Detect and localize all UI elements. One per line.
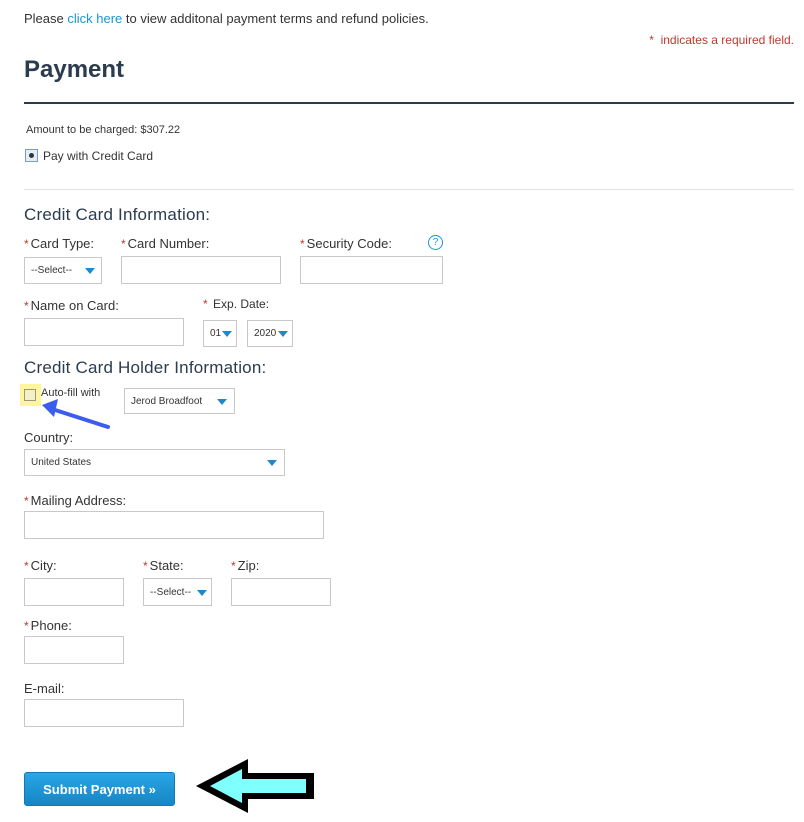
city-label: * City: xyxy=(24,558,57,573)
required-star: * xyxy=(24,237,29,251)
holder-section-title: Credit Card Holder Information: xyxy=(24,358,267,377)
chevron-down-icon xyxy=(267,460,277,466)
phone-input[interactable] xyxy=(24,636,124,664)
required-star: * xyxy=(121,237,126,251)
card-type-label-text: Card Type: xyxy=(30,236,95,251)
state-label-text: State: xyxy=(149,558,184,573)
phone-label-text: Phone: xyxy=(30,618,72,633)
required-note-text: indicates a required field. xyxy=(660,33,794,47)
autofill-value: Jerod Broadfoot xyxy=(131,395,203,407)
zip-label-text: Zip: xyxy=(237,558,260,573)
required-star: * xyxy=(24,299,29,313)
card-number-input[interactable] xyxy=(121,256,281,284)
chevron-down-icon xyxy=(217,399,227,405)
required-star: * xyxy=(24,619,29,633)
chevron-down-icon xyxy=(278,331,288,337)
mailing-address-input[interactable] xyxy=(24,511,324,539)
exp-year-select[interactable]: 2020 xyxy=(247,320,293,347)
exp-date-label: * Exp. Date: xyxy=(203,297,269,311)
email-label: E-mail: xyxy=(24,681,65,696)
country-value: United States xyxy=(31,457,92,468)
city-input[interactable] xyxy=(24,578,124,606)
security-code-input[interactable] xyxy=(300,256,443,284)
annotation-arrow-cyan xyxy=(196,759,314,813)
state-label: * State: xyxy=(143,558,184,573)
section-divider xyxy=(24,189,794,190)
terms-prefix: Please xyxy=(24,11,64,26)
terms-suffix: to view additonal payment terms and refu… xyxy=(125,11,429,26)
card-type-value: --Select-- xyxy=(31,265,73,276)
card-type-label: * Card Type: xyxy=(24,236,94,251)
required-note: * indicates a required field. xyxy=(649,33,794,47)
mailing-address-label-text: Mailing Address: xyxy=(30,493,127,508)
page-title: Payment xyxy=(24,56,125,83)
autofill-checkbox[interactable] xyxy=(24,389,36,401)
phone-label: * Phone: xyxy=(24,618,72,633)
country-label: Country: xyxy=(24,430,74,445)
name-on-card-input[interactable] xyxy=(24,318,184,346)
terms-link[interactable]: click here xyxy=(67,11,122,26)
email-input[interactable] xyxy=(24,699,184,727)
required-star: * xyxy=(24,559,29,573)
amount-label: Amount to be charged: $307.22 xyxy=(26,124,181,136)
submit-payment-button[interactable]: Submit Payment » xyxy=(24,772,175,806)
radio-dot xyxy=(29,153,34,158)
name-on-card-label: * Name on Card: xyxy=(24,298,119,313)
help-icon[interactable]: ? xyxy=(428,235,443,250)
security-code-label: * Security Code: xyxy=(300,236,392,251)
help-icon-glyph: ? xyxy=(432,237,439,248)
annotation-arrow-blue xyxy=(42,399,110,429)
zip-label: * Zip: xyxy=(231,558,259,573)
chevron-down-icon xyxy=(222,331,232,337)
credit-card-section-title: Credit Card Information: xyxy=(24,205,211,224)
exp-year-value: 2020 xyxy=(254,328,277,339)
zip-input[interactable] xyxy=(231,578,331,606)
city-label-text: City: xyxy=(30,558,57,573)
required-star: * xyxy=(24,494,29,508)
required-star: * xyxy=(300,237,305,251)
title-divider xyxy=(24,102,794,104)
card-number-label-text: Card Number: xyxy=(127,236,210,251)
pay-credit-card-radio[interactable] xyxy=(25,149,38,162)
autofill-select[interactable]: Jerod Broadfoot xyxy=(124,388,235,414)
card-type-select[interactable]: --Select-- xyxy=(24,257,102,284)
required-star: * xyxy=(203,297,208,311)
mailing-address-label: * Mailing Address: xyxy=(24,493,126,508)
security-code-label-text: Security Code: xyxy=(306,236,392,251)
country-select[interactable]: United States xyxy=(24,449,285,476)
chevron-down-icon xyxy=(85,268,95,274)
terms-line: Please click here to view additonal paym… xyxy=(24,11,429,26)
name-on-card-label-text: Name on Card: xyxy=(30,298,119,313)
submit-payment-label: Submit Payment » xyxy=(43,781,156,797)
required-star: * xyxy=(143,559,148,573)
state-value: --Select-- xyxy=(150,586,192,598)
state-select[interactable]: --Select-- xyxy=(143,578,212,606)
exp-month-select[interactable]: 01 xyxy=(203,320,237,347)
required-star: * xyxy=(231,559,236,573)
required-star: * xyxy=(649,33,654,47)
pay-option-label: Pay with Credit Card xyxy=(43,149,154,163)
chevron-down-icon xyxy=(197,590,207,596)
exp-month-value: 01 xyxy=(210,328,222,339)
exp-date-label-text: Exp. Date: xyxy=(213,297,270,311)
card-number-label: * Card Number: xyxy=(121,236,209,251)
